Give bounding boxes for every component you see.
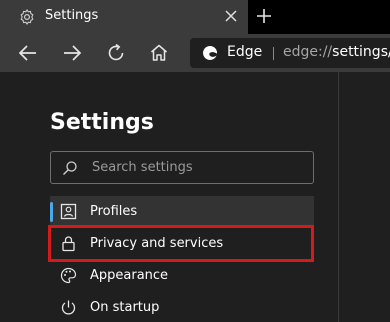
sidebar-divider <box>338 72 339 322</box>
home-icon[interactable] <box>148 42 170 64</box>
site-label: Edge <box>227 44 263 60</box>
tab-strip: Settings <box>0 0 390 34</box>
url-text[interactable]: edge://settings/ <box>283 44 390 60</box>
gear-icon <box>20 9 34 25</box>
url-path: settings/ <box>332 44 390 60</box>
address-bar[interactable]: Edge edge://settings/ <box>190 38 390 68</box>
url-scheme: edge:// <box>283 44 333 60</box>
edge-logo-icon <box>203 45 218 60</box>
sidebar-item-label: On startup <box>90 300 160 315</box>
back-arrow-icon[interactable] <box>17 42 39 64</box>
forward-arrow-icon[interactable] <box>61 42 83 64</box>
address-separator <box>273 47 274 60</box>
sidebar-item-on-startup[interactable]: On startup <box>50 292 314 322</box>
search-input[interactable]: Search settings <box>50 151 314 184</box>
refresh-icon[interactable] <box>105 42 127 64</box>
highlight-box <box>48 225 314 262</box>
sidebar-item-label: Profiles <box>90 204 138 219</box>
sidebar-item-label: Appearance <box>90 268 169 283</box>
toolbar: Edge edge://settings/ <box>0 34 390 72</box>
close-icon[interactable] <box>222 7 240 25</box>
search-icon <box>63 161 77 175</box>
palette-icon <box>60 267 77 284</box>
search-placeholder: Search settings <box>92 160 193 175</box>
plus-icon[interactable] <box>254 6 274 26</box>
sidebar-item-appearance[interactable]: Appearance <box>50 260 314 292</box>
profile-icon <box>60 203 77 220</box>
tab-settings[interactable]: Settings <box>0 0 248 34</box>
page-title: Settings <box>50 110 154 135</box>
power-icon <box>61 300 76 315</box>
tab-title: Settings <box>45 8 99 23</box>
sidebar-item-profiles[interactable]: Profiles <box>50 196 314 228</box>
settings-page: Settings Search settings Profiles Privac… <box>0 72 390 322</box>
